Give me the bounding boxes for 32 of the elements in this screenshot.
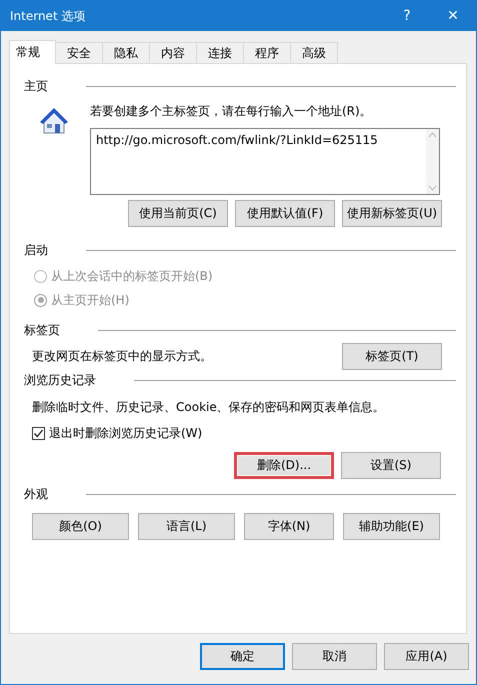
scrollbar[interactable] — [426, 129, 439, 194]
address-field[interactable]: http://go.microsoft.com/fwlink/?LinkId=625115 — [90, 128, 440, 195]
instruction-text: 若要创建多个主标签页，请在每行输入一个地址(R)。 — [90, 103, 373, 120]
appearance-button[interactable]: 语言(L) — [138, 513, 235, 540]
tab[interactable]: 高级 — [290, 42, 338, 63]
section-heading: 外观 — [24, 486, 48, 502]
section-heading: 标签页 — [24, 322, 60, 338]
checkbox[interactable]: 退出时删除浏览历史记录(W) — [32, 425, 456, 442]
dialog-button[interactable]: 取消 — [292, 643, 377, 670]
description-text: 删除临时文件、历史记录、Cookie、保存的密码和网页表单信息。 — [32, 399, 386, 416]
help-button[interactable]: ? — [384, 1, 430, 31]
scroll-up-icon[interactable] — [428, 132, 437, 138]
tabs-settings-button[interactable]: 标签页(T) — [342, 342, 442, 370]
home-button[interactable]: 使用默认值(F) — [235, 200, 335, 227]
tab[interactable]: 常规 — [9, 40, 56, 64]
appearance-button[interactable]: 字体(N) — [244, 513, 334, 540]
description-text: 更改网页在标签页中的显示方式。 — [32, 348, 212, 364]
appearance-button[interactable]: 辅助功能(E) — [343, 513, 440, 540]
section-heading: 浏览历史记录 — [24, 372, 96, 388]
appearance-button[interactable]: 颜色(O) — [32, 513, 129, 540]
dialog-button[interactable]: 应用(A) — [384, 643, 469, 670]
close-button[interactable]: ✕ — [430, 1, 476, 31]
section-heading: 主页 — [24, 78, 48, 94]
home-button[interactable]: 使用新标签页(U) — [342, 200, 442, 227]
check-icon — [33, 428, 44, 439]
dialog-button[interactable]: 确定 — [200, 643, 285, 670]
home-button[interactable]: 使用当前页(C) — [128, 200, 228, 227]
history-button[interactable]: 删除(D)... — [234, 452, 334, 479]
section-heading: 启动 — [24, 242, 48, 258]
window-title: Internet 选项 — [9, 8, 86, 24]
scroll-down-icon[interactable] — [428, 185, 437, 191]
history-button[interactable]: 设置(S) — [341, 452, 441, 479]
